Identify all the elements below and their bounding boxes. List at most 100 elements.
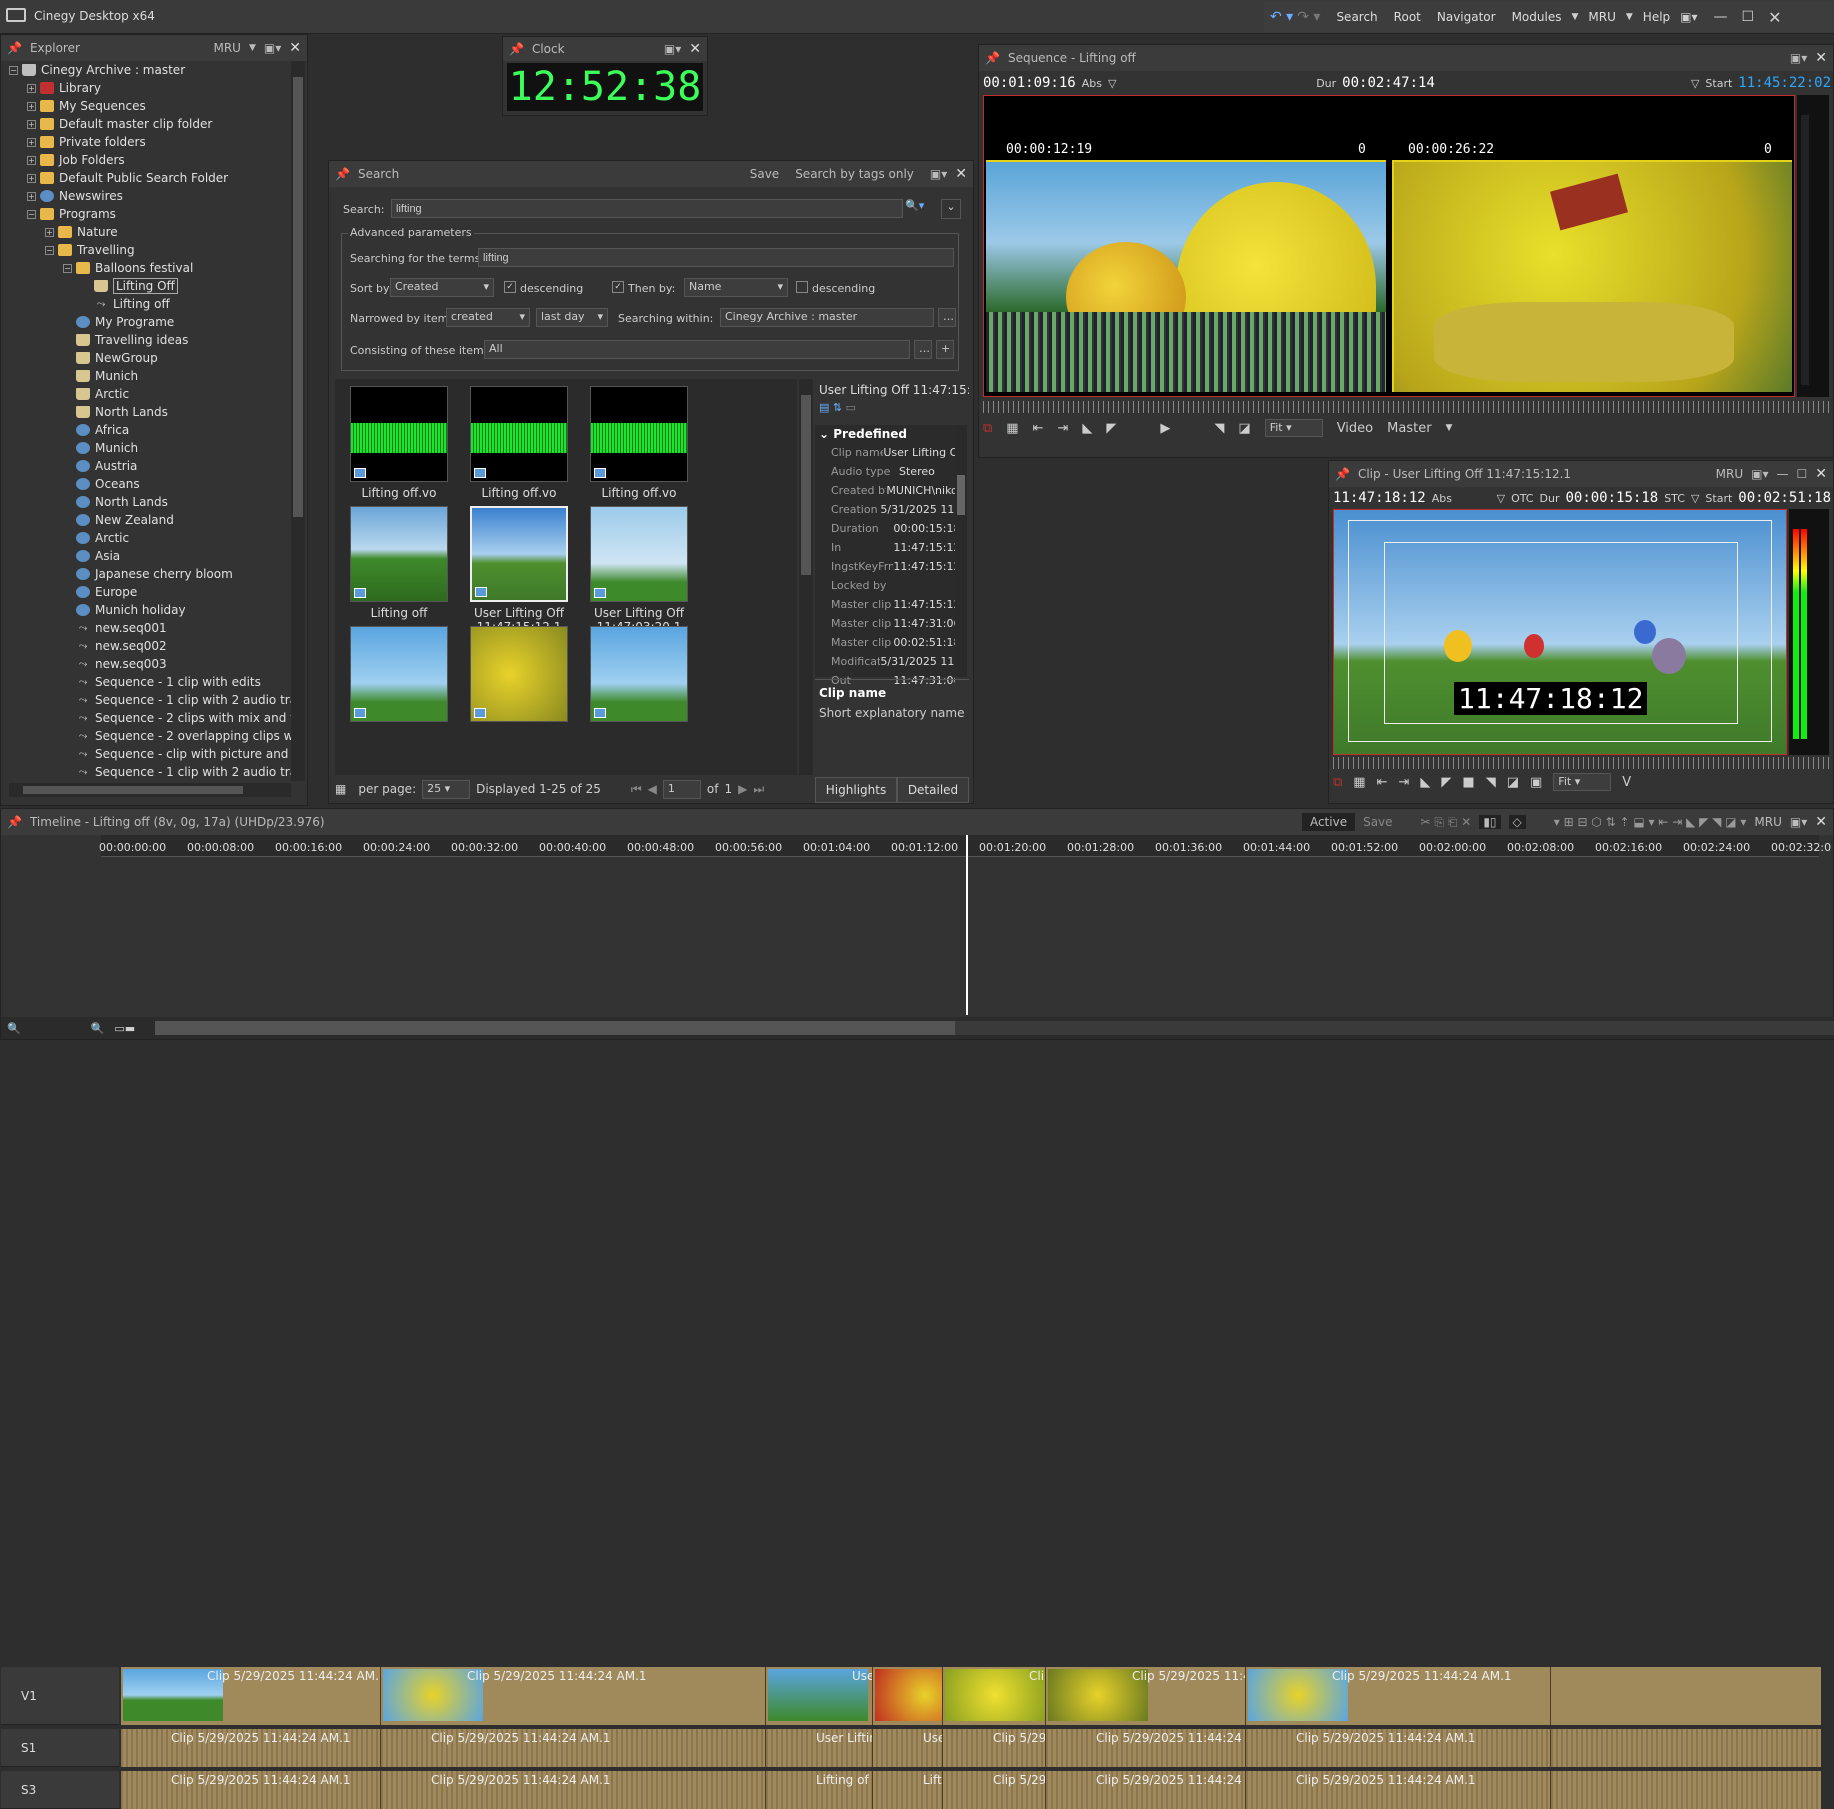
- timeline-clip[interactable]: Clip 5/29/2025 11:44:24 AM.1: [121, 1729, 381, 1767]
- tree-item[interactable]: + Default master clip folder: [9, 115, 291, 133]
- maximize-icon[interactable]: ☐: [1742, 9, 1755, 25]
- close-icon[interactable]: ✕: [1815, 466, 1827, 482]
- result-thumbnail[interactable]: [350, 386, 448, 482]
- pin-icon[interactable]: 📌: [335, 167, 350, 181]
- track-header[interactable]: S1: [1, 1729, 119, 1767]
- master-label[interactable]: Master: [1387, 421, 1431, 436]
- timeline-clip[interactable]: Clip 5/29/2025 11:44:24 AM.1: [381, 1667, 766, 1725]
- tree-item[interactable]: Asia: [9, 547, 291, 565]
- v-label[interactable]: V: [1622, 775, 1631, 790]
- video-label[interactable]: Video: [1337, 421, 1373, 436]
- expand-icon[interactable]: +: [27, 137, 36, 147]
- tab-detailed[interactable]: Detailed: [897, 777, 969, 803]
- result-thumbnail[interactable]: [590, 386, 688, 482]
- consisting-field[interactable]: All: [484, 340, 910, 359]
- cut-icon[interactable]: ✂ ⎘ ⎗ ✕: [1421, 815, 1472, 830]
- timeline-clip[interactable]: Clip 5/29/2025 11:44:24 AM.1: [1046, 1729, 1246, 1767]
- timeline-clip[interactable]: User Lif: [766, 1667, 873, 1725]
- timeline-clip[interactable]: Clip 5/29/202: [943, 1729, 1046, 1767]
- tree-item[interactable]: North Lands: [9, 493, 291, 511]
- timeline-clip[interactable]: Lifting of: [766, 1771, 873, 1809]
- result-thumbnail[interactable]: [590, 626, 688, 722]
- prev-page-icon[interactable]: ◀: [648, 782, 657, 796]
- collapse-icon[interactable]: −: [63, 263, 72, 273]
- expand-icon[interactable]: +: [27, 119, 36, 129]
- narrowed-select[interactable]: created ▾: [446, 308, 530, 327]
- result-thumbnail[interactable]: [350, 506, 448, 602]
- collapse-icon[interactable]: −: [27, 209, 36, 219]
- timeline-clip[interactable]: Clip 5/29/2025 11:44:24 AM.1: [381, 1771, 766, 1809]
- minimize-icon[interactable]: —: [1777, 467, 1789, 481]
- properties-scrollbar[interactable]: [955, 425, 967, 677]
- tree-item[interactable]: − Travelling: [9, 241, 291, 259]
- go-in-icon[interactable]: ⇤: [1033, 421, 1044, 436]
- timeline-clip[interactable]: Clip 5/29/2025 11:44:24 AM.1: [1246, 1771, 1551, 1809]
- property-row[interactable]: Created byMUNICH\nikolai: [831, 481, 955, 500]
- property-row[interactable]: Creation dat5/31/2025 11:37 A: [831, 500, 955, 519]
- track-view-icon[interactable]: ▭▬: [114, 1022, 135, 1035]
- search-by-tags-button[interactable]: Search by tags only: [795, 167, 914, 181]
- tree-item[interactable]: Munich: [9, 439, 291, 457]
- tree-item[interactable]: NewGroup: [9, 349, 291, 367]
- minimize-icon[interactable]: —: [1714, 9, 1728, 25]
- tree-item[interactable]: + Newswires: [9, 187, 291, 205]
- period-select[interactable]: last day ▾: [536, 308, 608, 327]
- layout-icon[interactable]: ▣▾: [264, 41, 281, 55]
- next-page-icon[interactable]: ▶: [738, 782, 747, 796]
- layout-icon[interactable]: ▣▾: [1751, 467, 1768, 481]
- result-thumbnail[interactable]: [470, 386, 568, 482]
- terms-input[interactable]: [478, 248, 954, 267]
- layout-icon[interactable]: ▣▾: [930, 167, 947, 181]
- safe-area-icon[interactable]: ⧉: [983, 421, 992, 436]
- mark-out2-icon[interactable]: ◪: [1238, 421, 1250, 436]
- undo-icon[interactable]: ↶ ▾: [1270, 9, 1293, 25]
- menu-mru[interactable]: MRU: [1582, 10, 1621, 24]
- tree-item[interactable]: Lifting Off: [9, 277, 291, 295]
- timeline-clip[interactable]: Clip 5/29/2025 11:44:24 AM.1: [1246, 1729, 1551, 1767]
- tree-item[interactable]: Europe: [9, 583, 291, 601]
- pin-icon[interactable]: 📌: [7, 41, 22, 55]
- track-lane[interactable]: Clip 5/29/2025 11:44:24 AM.1 Clip 5/29/20…: [121, 1729, 1821, 1767]
- tree-item[interactable]: ⤳ Sequence - 2 overlapping clips with: [9, 727, 291, 745]
- property-row[interactable]: Duration 00:00:15:18: [831, 519, 955, 538]
- position-tc[interactable]: 00:01:09:16: [983, 75, 1076, 91]
- layout-icon[interactable]: ▣▾: [664, 42, 681, 56]
- chevron-down-icon[interactable]: ▼: [1446, 423, 1453, 433]
- tree-item[interactable]: Travelling ideas: [9, 331, 291, 349]
- tab-highlights[interactable]: Highlights: [815, 777, 897, 803]
- tree-item[interactable]: Japanese cherry bloom: [9, 565, 291, 583]
- tree-item[interactable]: My Programe: [9, 313, 291, 331]
- tree-item[interactable]: + Private folders: [9, 133, 291, 151]
- close-icon[interactable]: ✕: [1768, 8, 1781, 27]
- maximize-icon[interactable]: ☐: [1797, 467, 1808, 481]
- tree-item[interactable]: − Balloons festival: [9, 259, 291, 277]
- mark-out-icon[interactable]: ◥: [1486, 775, 1496, 790]
- track-header[interactable]: V1: [1, 1667, 119, 1725]
- collapse-icon[interactable]: −: [45, 245, 54, 255]
- close-icon[interactable]: ✕: [1815, 50, 1827, 66]
- timeline-scrollbar[interactable]: [155, 1021, 1834, 1035]
- expand-icon[interactable]: +: [27, 173, 36, 183]
- expand-icon[interactable]: +: [27, 155, 36, 165]
- chevron-down-icon[interactable]: ▼: [1626, 12, 1633, 22]
- pin-icon[interactable]: 📌: [1335, 467, 1350, 481]
- within-field[interactable]: Cinegy Archive : master: [720, 308, 934, 327]
- desc1-checkbox[interactable]: ✓: [504, 281, 516, 293]
- tree-item[interactable]: + My Sequences: [9, 97, 291, 115]
- layout-icon[interactable]: ▣▾: [1680, 10, 1697, 24]
- property-row[interactable]: Modificatio5/31/2025 11:37 A: [831, 652, 955, 671]
- tree-item[interactable]: Oceans: [9, 475, 291, 493]
- timeline-clip[interactable]: Clip 5/29/2025 11:44:24 AM.1: [1046, 1667, 1246, 1725]
- timeline-clip[interactable]: [873, 1667, 943, 1725]
- page-input[interactable]: 1: [662, 779, 701, 799]
- grid-icon[interactable]: ▦: [1353, 775, 1365, 790]
- ripple-icon[interactable]: ◇: [1508, 815, 1526, 829]
- property-row[interactable]: IngstKeyFrm 11:47:15:12: [831, 557, 955, 576]
- add-icon[interactable]: +: [936, 340, 954, 359]
- search-input[interactable]: [391, 199, 903, 218]
- save-button[interactable]: Save: [1363, 815, 1392, 829]
- result-thumbnail[interactable]: [350, 626, 448, 722]
- tree-item[interactable]: + Default Public Search Folder: [9, 169, 291, 187]
- playhead[interactable]: [966, 835, 968, 1015]
- thenby-checkbox[interactable]: ✓: [612, 281, 624, 293]
